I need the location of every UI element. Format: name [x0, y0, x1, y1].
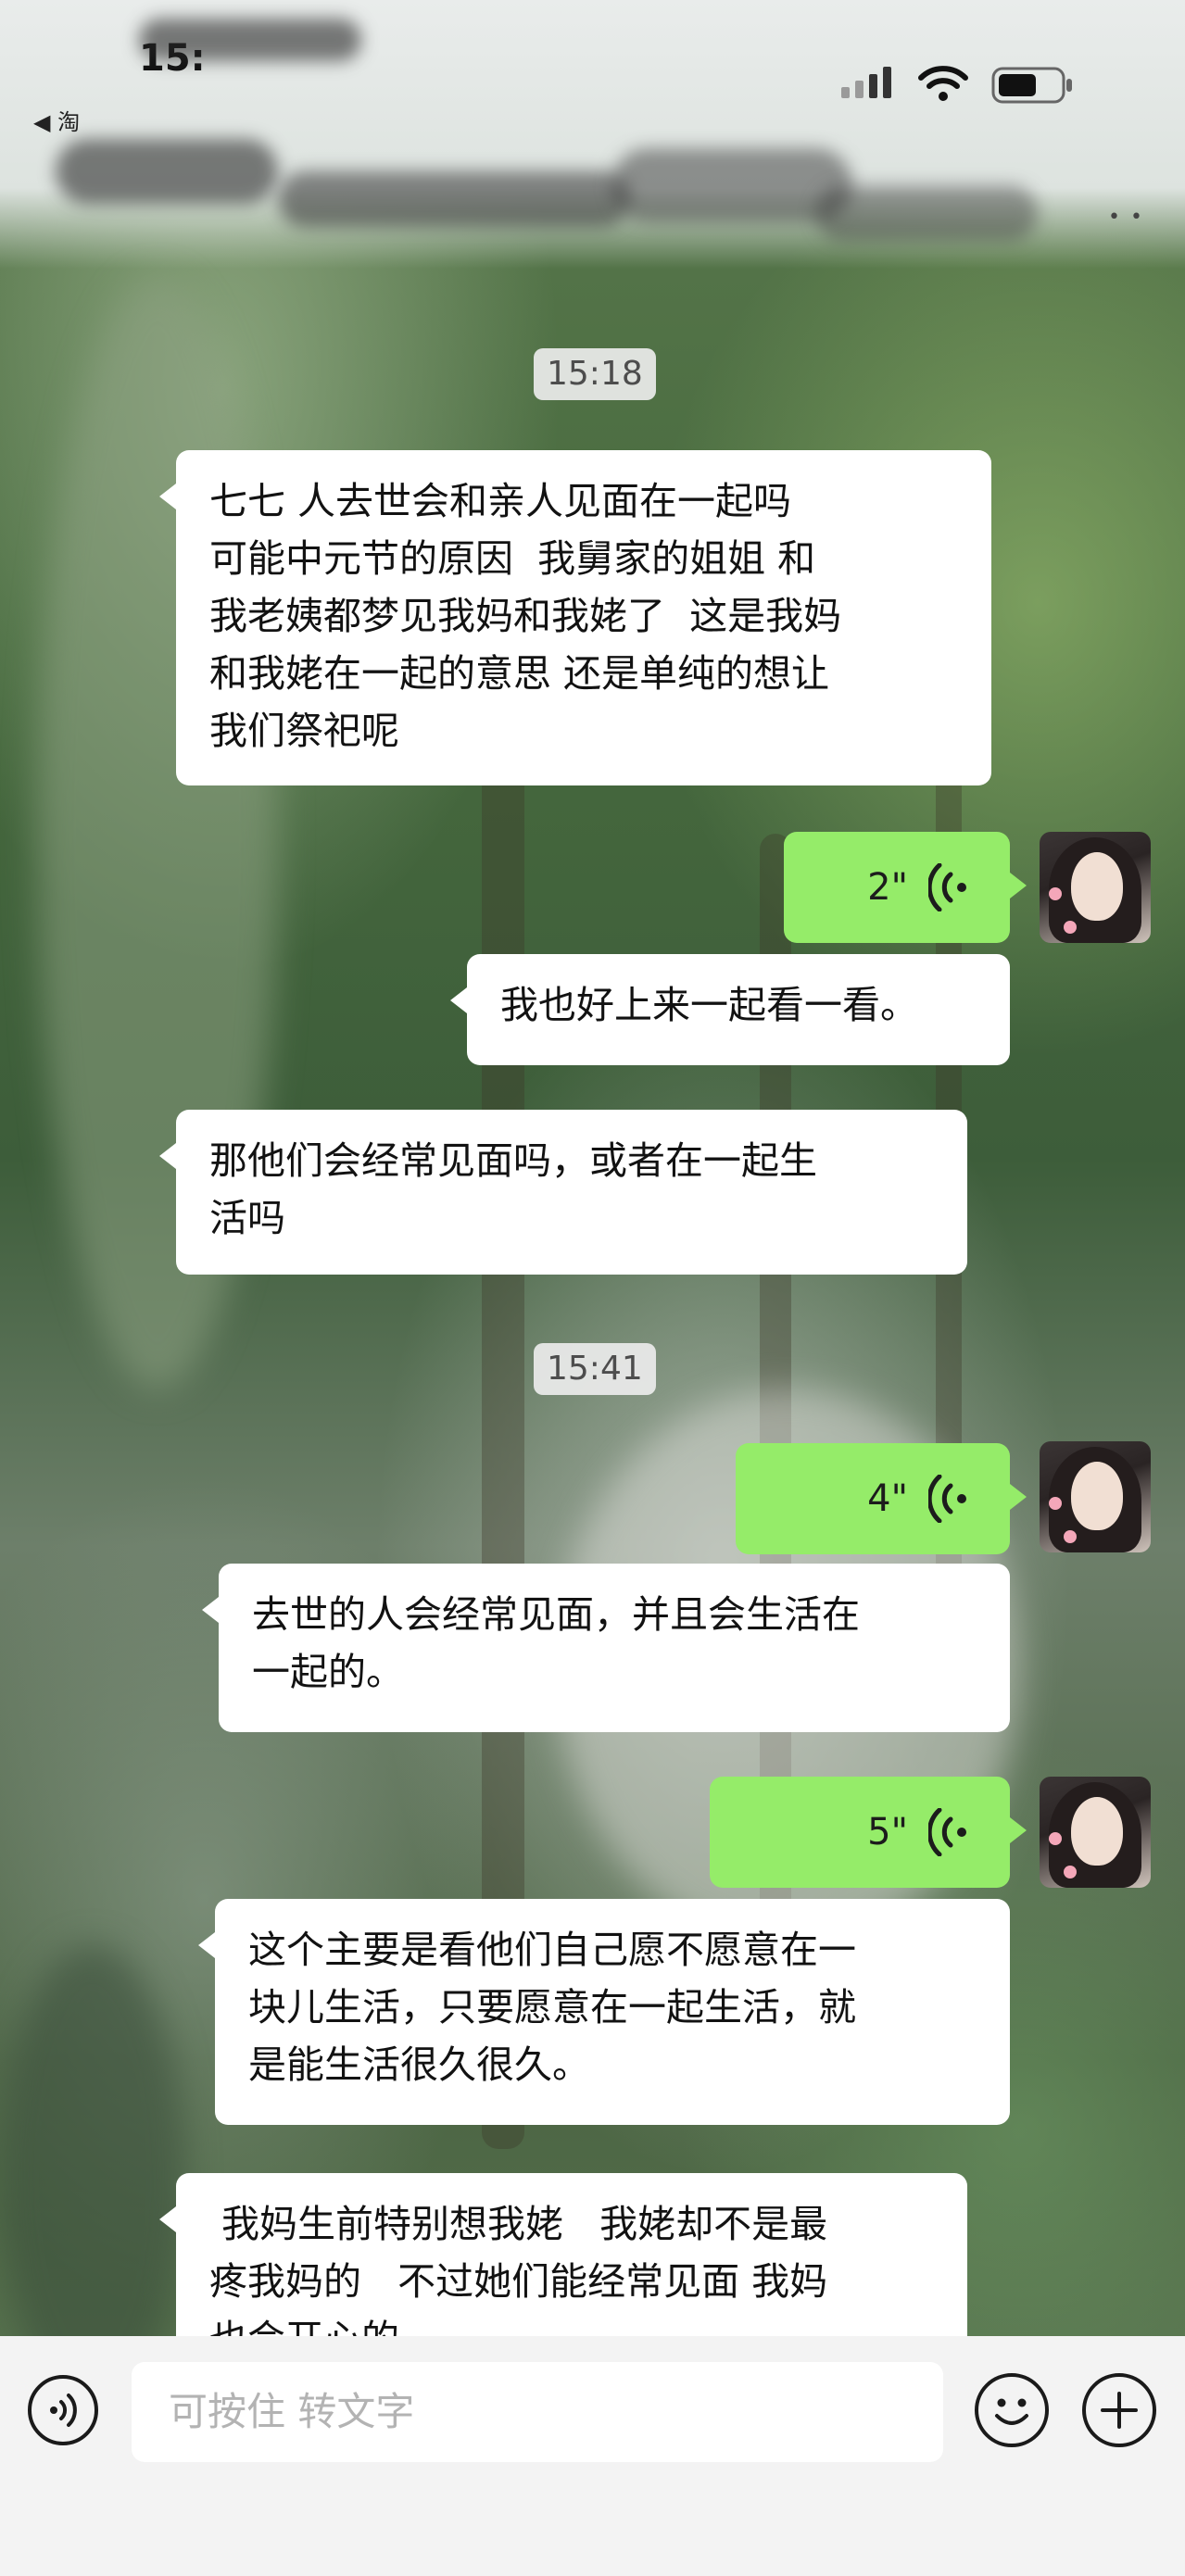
- time-stamp: 15:41: [534, 1343, 656, 1395]
- plus-icon[interactable]: [1082, 2373, 1156, 2447]
- back-to-app-indicator[interactable]: ◀ 淘: [33, 104, 80, 136]
- avatar-flower: [1064, 1530, 1077, 1543]
- avatar-flower: [1049, 1497, 1062, 1510]
- avatar-face: [1071, 1462, 1123, 1530]
- sent-voice-message[interactable]: 2": [784, 832, 1027, 943]
- voice-duration: 5": [867, 1811, 908, 1853]
- my-avatar[interactable]: [1040, 832, 1151, 943]
- emoji-icon[interactable]: [975, 2373, 1049, 2447]
- voice-duration: 2": [867, 866, 908, 909]
- more-dots-icon[interactable]: • •: [1108, 206, 1144, 229]
- avatar-face: [1071, 852, 1123, 921]
- received-text-message[interactable]: 去世的人会经常见面，并且会生活在 一起的。: [202, 1564, 1010, 1732]
- battery-icon: [991, 67, 1072, 104]
- status-bar: 15: ◀ 淘 • •: [0, 0, 1185, 269]
- emoji-glyph: [995, 2398, 1028, 2425]
- redaction-scribble: [56, 139, 278, 204]
- avatar-flower: [1064, 921, 1077, 934]
- voice-wave-icon: [928, 1475, 966, 1523]
- avatar-flower: [1049, 1832, 1062, 1845]
- time-stamp: 15:18: [534, 348, 656, 400]
- received-text-message[interactable]: 七七 人去世会和亲人见面在一起吗 可能中元节的原因 我舅家的姐姐 和 我老姨都梦…: [159, 450, 991, 785]
- voice-duration: 4": [867, 1477, 908, 1520]
- voice-mode-icon[interactable]: [28, 2375, 98, 2445]
- sent-voice-message[interactable]: 5": [710, 1777, 1027, 1888]
- wifi-icon: [918, 66, 968, 101]
- redaction-scribble: [815, 185, 1038, 241]
- redaction-scribble: [139, 19, 361, 61]
- message-input[interactable]: 可按住 转文字: [132, 2362, 943, 2462]
- cellular-signal-icon: [841, 67, 891, 98]
- voice-mode-glyph: [50, 2394, 77, 2427]
- voice-wave-icon: [928, 1808, 966, 1856]
- sent-voice-message[interactable]: 4": [736, 1443, 1027, 1554]
- avatar-flower: [1049, 887, 1062, 900]
- redaction-scribble: [278, 171, 630, 227]
- avatar-flower: [1064, 1866, 1077, 1879]
- chat-input-bar: 可按住 转文字: [0, 2336, 1185, 2576]
- received-text-message[interactable]: 这个主要是看他们自己愿不愿意在一 块儿生活，只要愿意在一起生活，就 是能生活很久…: [198, 1899, 1010, 2125]
- my-avatar[interactable]: [1040, 1777, 1151, 1888]
- avatar-face: [1071, 1797, 1123, 1866]
- received-text-message[interactable]: 我也好上来一起看一看。: [450, 954, 1010, 1065]
- voice-wave-icon: [928, 863, 966, 911]
- plus-glyph: [1101, 2392, 1138, 2429]
- received-text-message[interactable]: 那他们会经常见面吗，或者在一起生 活吗: [159, 1110, 967, 1275]
- my-avatar[interactable]: [1040, 1441, 1151, 1552]
